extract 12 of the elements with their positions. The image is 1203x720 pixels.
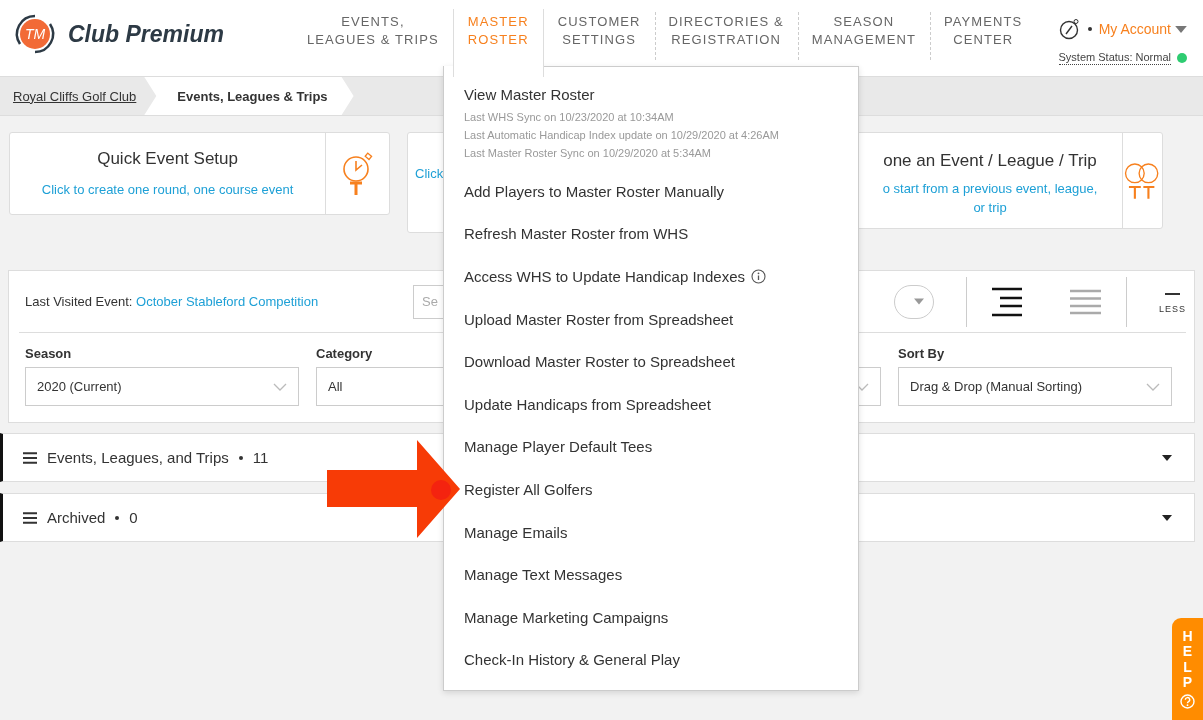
field-label: Season xyxy=(25,346,73,361)
section-title: Archived xyxy=(47,509,106,526)
brand-name: Club Premium xyxy=(68,20,224,48)
card-title: Quick Event Setup xyxy=(97,148,238,169)
item-count: 0 xyxy=(129,509,138,526)
section-title: Events, Leagues, and Trips xyxy=(47,449,229,466)
field-label: Category xyxy=(316,346,374,361)
item-count: 11 xyxy=(252,449,269,466)
last-visited-text: Last Visited Event: October Stableford Competition xyxy=(25,294,320,309)
card-title: one an Event / League / Trip xyxy=(883,150,1097,171)
menu-note: Last WHS Sync on 10/23/2020 at 10:34AM xyxy=(464,110,675,125)
field-label: Sort By xyxy=(898,346,946,361)
